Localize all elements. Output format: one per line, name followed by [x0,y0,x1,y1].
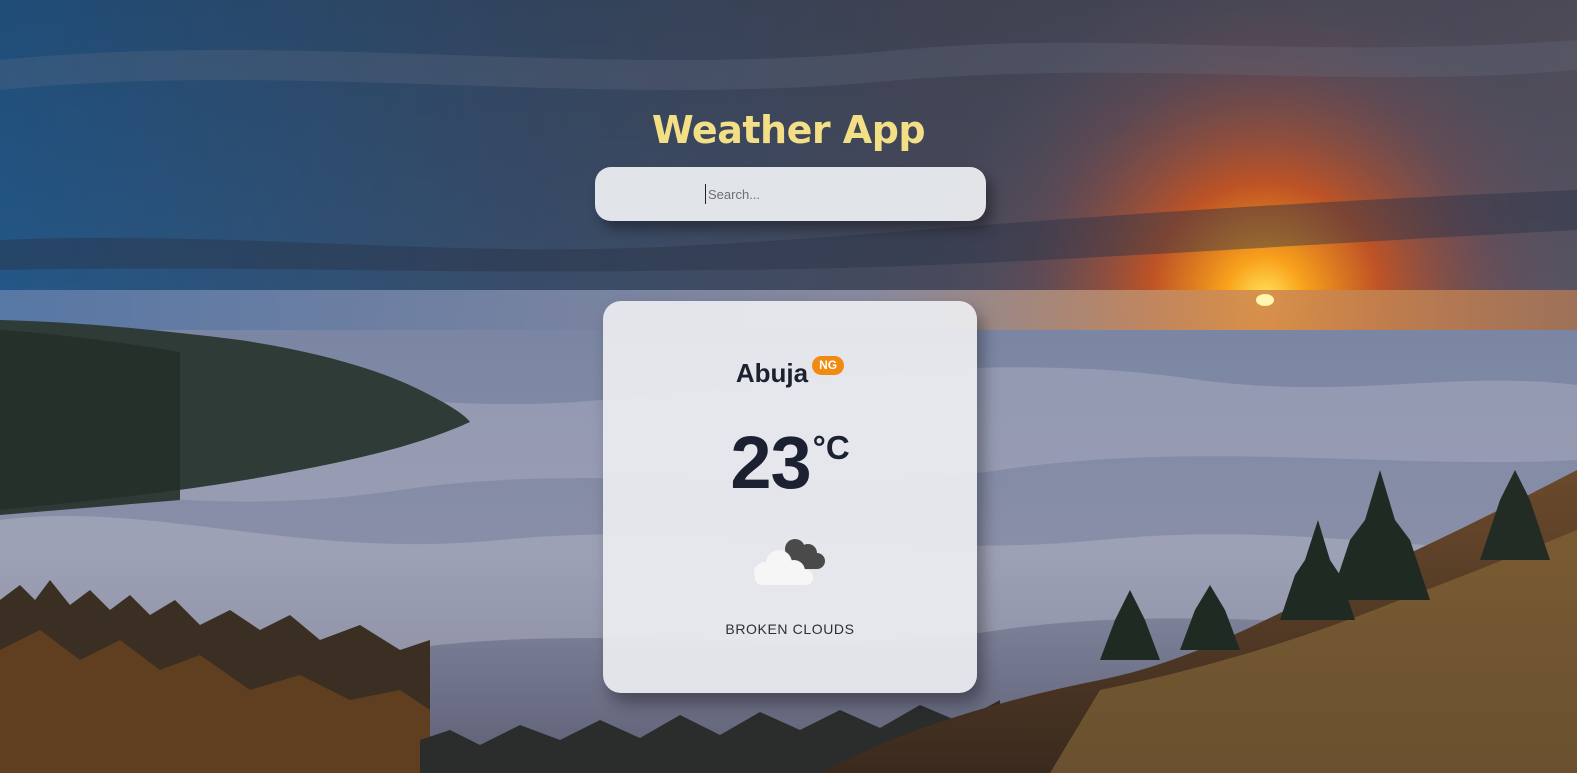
temperature-row: 23°C [603,421,977,505]
weather-card: Abuja NG 23°C BROKEN CLOUDS [603,301,977,693]
temperature-value: 23 [730,421,811,504]
search-input[interactable] [705,184,958,204]
city-name: Abuja [735,358,809,388]
app-title: Weather App [651,108,926,152]
location-row: Abuja NG [603,356,977,389]
country-badge: NG [812,356,845,375]
temperature-unit: °C [812,429,850,466]
weather-description: BROKEN CLOUDS [725,621,855,637]
broken-clouds-icon [753,537,829,587]
search-box[interactable] [595,167,986,221]
weather-app: Weather App AbujaNG 23°C BROKEN [0,0,1577,773]
